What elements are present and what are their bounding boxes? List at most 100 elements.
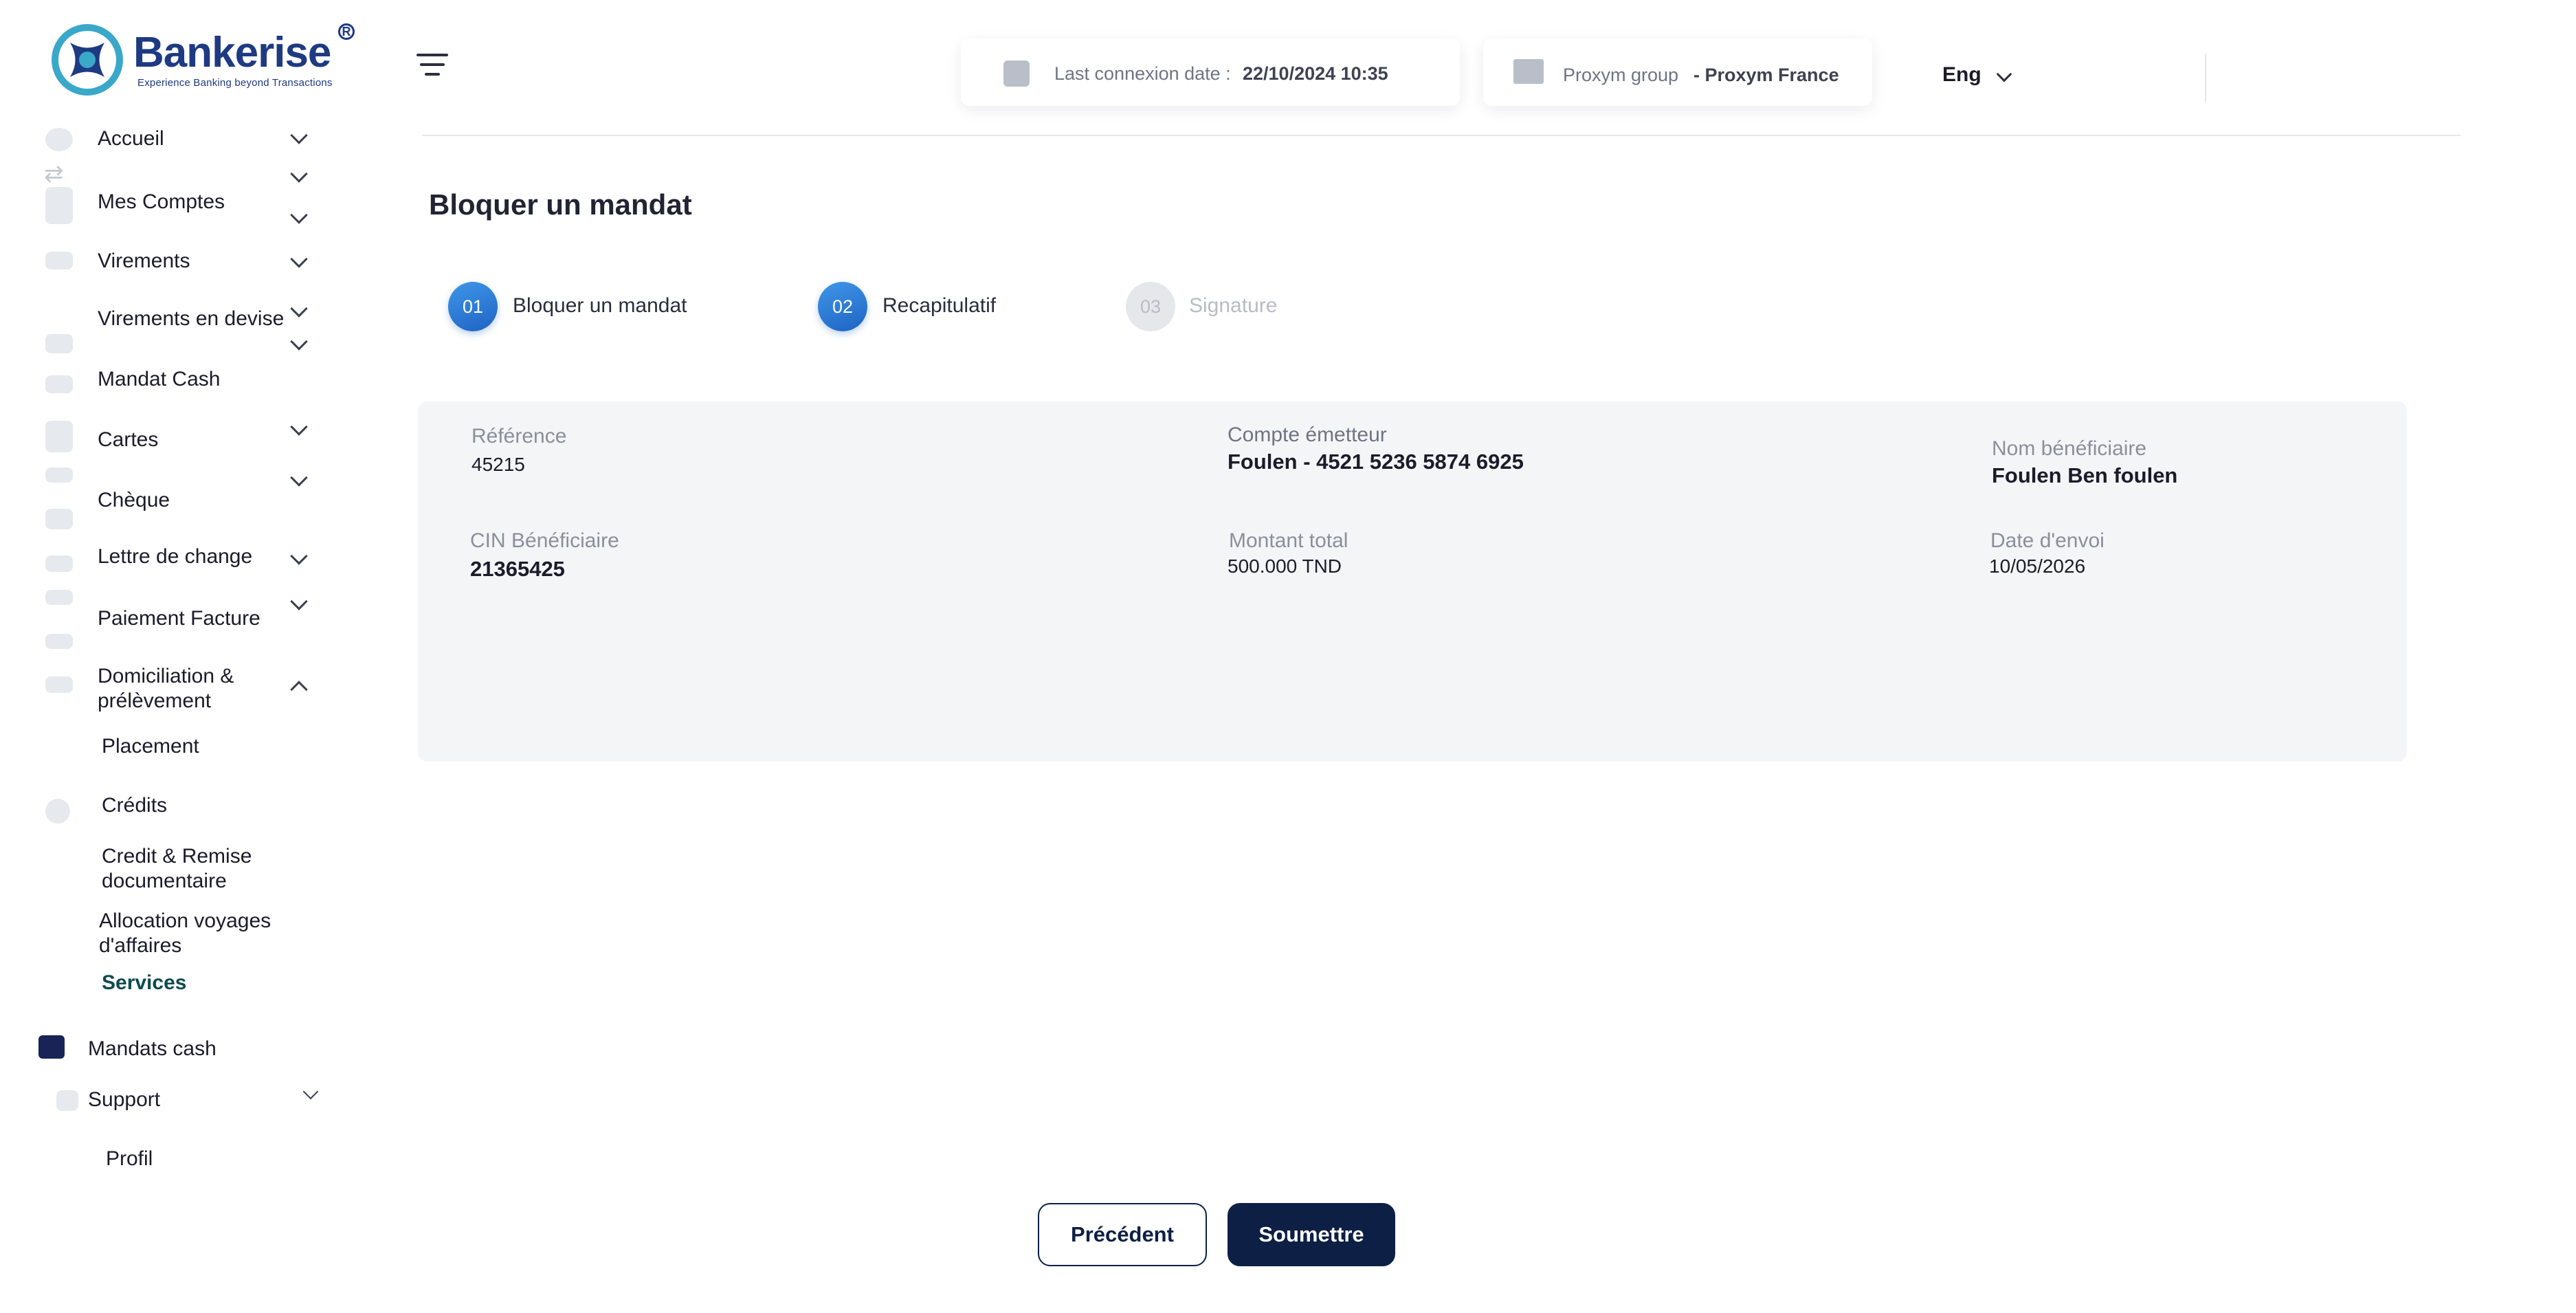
last-connexion-label: Last connexion date : [1054, 63, 1231, 84]
sidebar-item-label: Mandat Cash [98, 368, 221, 390]
chevron-down-icon[interactable] [290, 469, 308, 487]
step-2[interactable]: 02 Recapitulatif [818, 282, 1038, 331]
recap-panel: Référence 45215 Compte émetteur Foulen -… [418, 401, 2407, 762]
page-title: Bloquer un mandat [429, 188, 692, 221]
chevron-down-icon[interactable] [290, 165, 308, 183]
step-number: 01 [448, 282, 498, 331]
compte-emetteur-label: Compte émetteur [1228, 423, 1387, 446]
sidebar-item-label: Accueil [98, 127, 164, 150]
step-number: 02 [818, 282, 867, 331]
sidebar-item-mes-comptes[interactable]: Mes Comptes [0, 187, 330, 228]
sidebar-item-label: Support [88, 1088, 161, 1111]
reference-label: Référence [471, 425, 567, 448]
home-icon [45, 128, 73, 151]
sidebar-item-placement[interactable]: Placement [0, 734, 330, 766]
mail-icon [38, 1035, 65, 1059]
envelope-icon [45, 375, 73, 393]
compte-emetteur-value: Foulen - 4521 5236 5874 6925 [1228, 450, 1524, 474]
sidebar-item-allocation-voyages[interactable]: Allocation voyages d'affaires [0, 909, 330, 961]
chevron-down-icon[interactable] [290, 418, 308, 436]
montant-total-value: 500.000 TND [1228, 555, 1342, 577]
sidebar-item-mandats-cash[interactable]: Mandats cash [0, 1035, 330, 1067]
cin-beneficiaire-value: 21365425 [470, 557, 565, 581]
chevron-down-icon[interactable] [290, 300, 308, 318]
step-label: Signature [1189, 294, 1278, 317]
chevron-up-icon[interactable] [290, 681, 308, 698]
sidebar-item-label: Cartes [98, 428, 159, 451]
sidebar-item-profil[interactable]: Profil [0, 1147, 330, 1178]
step-3: 03 Signature [1126, 282, 1332, 331]
sidebar-item-domiciliation[interactable]: Domiciliation & prélèvement [0, 664, 330, 719]
sidebar-item-label: Profil [106, 1147, 153, 1170]
sidebar-item-virements-en-devise[interactable]: Virements en devise [0, 300, 330, 353]
envelope-icon [45, 590, 73, 605]
date-envoi-value: 10/05/2026 [1989, 555, 2086, 577]
reference-value: 45215 [471, 454, 525, 475]
sidebar-item-virements[interactable]: Virements [0, 249, 330, 280]
chevron-down-icon[interactable] [290, 126, 308, 144]
group-label: Proxym group [1563, 65, 1679, 85]
chevron-down-icon[interactable] [290, 547, 308, 565]
group-value: - Proxym France [1694, 65, 1839, 85]
card-icon [45, 421, 73, 452]
last-connexion-value: 22/10/2024 10:35 [1243, 63, 1388, 84]
header-separator [422, 135, 2461, 136]
sidebar-item-support[interactable]: Support [0, 1083, 330, 1118]
transfer-arrows-icon: ⇄ [44, 161, 64, 187]
sidebar-item-lettre-de-change[interactable]: Lettre de change [0, 540, 330, 572]
group-card[interactable]: Proxym group - Proxym France [1483, 38, 1872, 106]
chevron-down-icon[interactable] [290, 206, 308, 224]
sidebar-item-label: Mandats cash [88, 1037, 216, 1060]
sidebar: Accueil ⇄ Mes Comptes Virements Virement… [0, 0, 344, 1313]
wallet-icon [45, 187, 73, 224]
calendar-icon [1003, 60, 1030, 87]
sidebar-item-label: Lettre de change [98, 545, 253, 568]
envelope-icon [45, 634, 73, 649]
date-envoi-label: Date d'envoi [1990, 529, 2105, 552]
sidebar-item-label: Domiciliation & prélèvement [98, 665, 234, 712]
cin-beneficiaire-label: CIN Bénéficiaire [470, 529, 619, 552]
sidebar-item-label: Crédits [102, 794, 168, 817]
sidebar-item-label: Mes Comptes [98, 190, 225, 213]
step-label: Bloquer un mandat [513, 294, 687, 317]
sidebar-item-credit-remise[interactable]: Credit & Remise documentaire [0, 844, 330, 896]
menu-toggle-icon[interactable] [417, 54, 448, 77]
sidebar-item-cheque[interactable]: Chèque [0, 465, 330, 533]
currency-icon [45, 334, 73, 353]
submit-button[interactable]: Soumettre [1228, 1203, 1395, 1266]
sidebar-item-label: Chèque [98, 489, 170, 511]
step-label: Recapitulatif [882, 294, 997, 317]
nom-beneficiaire-label: Nom bénéficiaire [1992, 437, 2147, 460]
sidebar-item-accueil[interactable]: Accueil [0, 124, 330, 155]
sidebar-item-credits[interactable]: Crédits [0, 793, 330, 825]
sidebar-item-label: Credit & Remise documentaire [102, 845, 252, 892]
sidebar-item-label: Placement [102, 735, 199, 758]
sidebar-item-paiement-facture[interactable]: Paiement Facture [0, 586, 330, 649]
sidebar-item-mandat-cash[interactable]: Mandat Cash [0, 367, 330, 399]
last-connexion-card: Last connexion date : 22/10/2024 10:35 [961, 38, 1460, 106]
step-1[interactable]: 01 Bloquer un mandat [448, 282, 737, 331]
envelope-icon [45, 252, 73, 269]
building-icon [1513, 59, 1544, 84]
sidebar-item-label: Virements [98, 250, 190, 272]
support-icon [56, 1090, 78, 1111]
sidebar-item-label: Services [102, 971, 187, 994]
chevron-down-icon[interactable] [1996, 66, 2012, 82]
chevron-down-icon[interactable] [302, 1083, 319, 1100]
language-selector[interactable]: Eng [1942, 63, 1981, 87]
chevron-down-icon[interactable] [290, 593, 308, 610]
step-number: 03 [1126, 282, 1175, 331]
cheque-icon [45, 509, 73, 529]
sidebar-item-label: Virements en devise [98, 307, 285, 330]
envelope-icon [45, 555, 73, 572]
sidebar-item-cartes[interactable]: Cartes [0, 418, 330, 455]
user-icon [45, 799, 70, 824]
sidebar-item-services[interactable]: Services [0, 971, 330, 998]
header-divider [2205, 54, 2206, 102]
chevron-down-icon[interactable] [290, 250, 308, 268]
previous-button[interactable]: Précédent [1038, 1203, 1207, 1266]
envelope-icon [45, 676, 73, 693]
chevron-down-icon[interactable] [290, 333, 308, 351]
envelope-icon [45, 467, 73, 483]
montant-total-label: Montant total [1229, 529, 1348, 552]
